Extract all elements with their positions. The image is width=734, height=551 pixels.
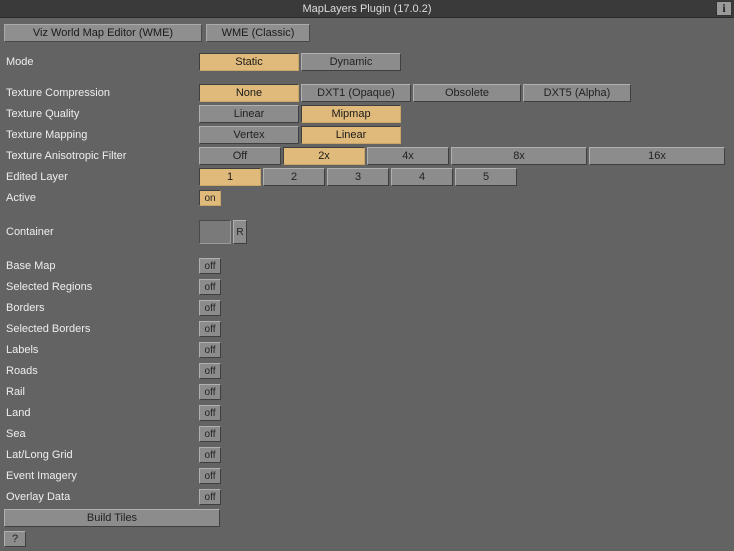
label-sel_borders: Selected Borders (4, 323, 199, 335)
label-active: Active (4, 192, 199, 204)
aniso-8x[interactable]: 8x (451, 147, 587, 165)
label-labels: Labels (4, 344, 199, 356)
texcomp-none[interactable]: None (199, 84, 299, 102)
layer-3[interactable]: 3 (327, 168, 389, 186)
label-roads: Roads (4, 365, 199, 377)
event_img-toggle[interactable]: off (199, 468, 221, 484)
label-mode: Mode (4, 56, 199, 68)
build-tiles-button[interactable]: Build Tiles (4, 509, 220, 527)
latlong-toggle[interactable]: off (199, 447, 221, 463)
label-edit-layer: Edited Layer (4, 171, 199, 183)
help-button[interactable]: ? (4, 531, 26, 547)
label-rail: Rail (4, 386, 199, 398)
layer-1[interactable]: 1 (199, 168, 261, 186)
rail-toggle[interactable]: off (199, 384, 221, 400)
info-icon[interactable]: i (716, 1, 732, 16)
label-tex-comp: Texture Compression (4, 87, 199, 99)
label-overlay: Overlay Data (4, 491, 199, 503)
aniso-off[interactable]: Off (199, 147, 281, 165)
aniso-16x[interactable]: 16x (589, 147, 725, 165)
texmap-vertex[interactable]: Vertex (199, 126, 299, 144)
layer-5[interactable]: 5 (455, 168, 517, 186)
label-sel_regions: Selected Regions (4, 281, 199, 293)
borders-toggle[interactable]: off (199, 300, 221, 316)
label-event_img: Event Imagery (4, 470, 199, 482)
tab-row: Viz World Map Editor (WME) WME (Classic) (4, 24, 730, 42)
label-sea: Sea (4, 428, 199, 440)
sel_regions-toggle[interactable]: off (199, 279, 221, 295)
label-container: Container (4, 226, 199, 238)
aniso-2x[interactable]: 2x (283, 147, 365, 165)
label-tex-map: Texture Mapping (4, 129, 199, 141)
land-toggle[interactable]: off (199, 405, 221, 421)
label-aniso: Texture Anisotropic Filter (4, 150, 199, 162)
container-reset-button[interactable]: R (233, 220, 247, 244)
labels-toggle[interactable]: off (199, 342, 221, 358)
tab-wme-classic[interactable]: WME (Classic) (206, 24, 310, 42)
sea-toggle[interactable]: off (199, 426, 221, 442)
texqual-mipmap[interactable]: Mipmap (301, 105, 401, 123)
mode-dynamic[interactable]: Dynamic (301, 53, 401, 71)
label-latlong: Lat/Long Grid (4, 449, 199, 461)
texcomp-dxt1[interactable]: DXT1 (Opaque) (301, 84, 411, 102)
texmap-linear[interactable]: Linear (301, 126, 401, 144)
roads-toggle[interactable]: off (199, 363, 221, 379)
texcomp-dxt5[interactable]: DXT5 (Alpha) (523, 84, 631, 102)
texqual-linear[interactable]: Linear (199, 105, 299, 123)
container-dropzone[interactable] (199, 220, 231, 244)
base_map-toggle[interactable]: off (199, 258, 221, 274)
label-borders: Borders (4, 302, 199, 314)
mode-static[interactable]: Static (199, 53, 299, 71)
sel_borders-toggle[interactable]: off (199, 321, 221, 337)
texcomp-obsolete[interactable]: Obsolete (413, 84, 521, 102)
label-land: Land (4, 407, 199, 419)
overlay-toggle[interactable]: off (199, 489, 221, 505)
tab-wme[interactable]: Viz World Map Editor (WME) (4, 24, 202, 42)
label-base_map: Base Map (4, 260, 199, 272)
layer-4[interactable]: 4 (391, 168, 453, 186)
aniso-4x[interactable]: 4x (367, 147, 449, 165)
label-tex-qual: Texture Quality (4, 108, 199, 120)
window-title: MapLayers Plugin (17.0.2) (302, 3, 431, 15)
active-toggle[interactable]: on (199, 190, 221, 206)
titlebar: MapLayers Plugin (17.0.2) i (0, 0, 734, 18)
layer-2[interactable]: 2 (263, 168, 325, 186)
